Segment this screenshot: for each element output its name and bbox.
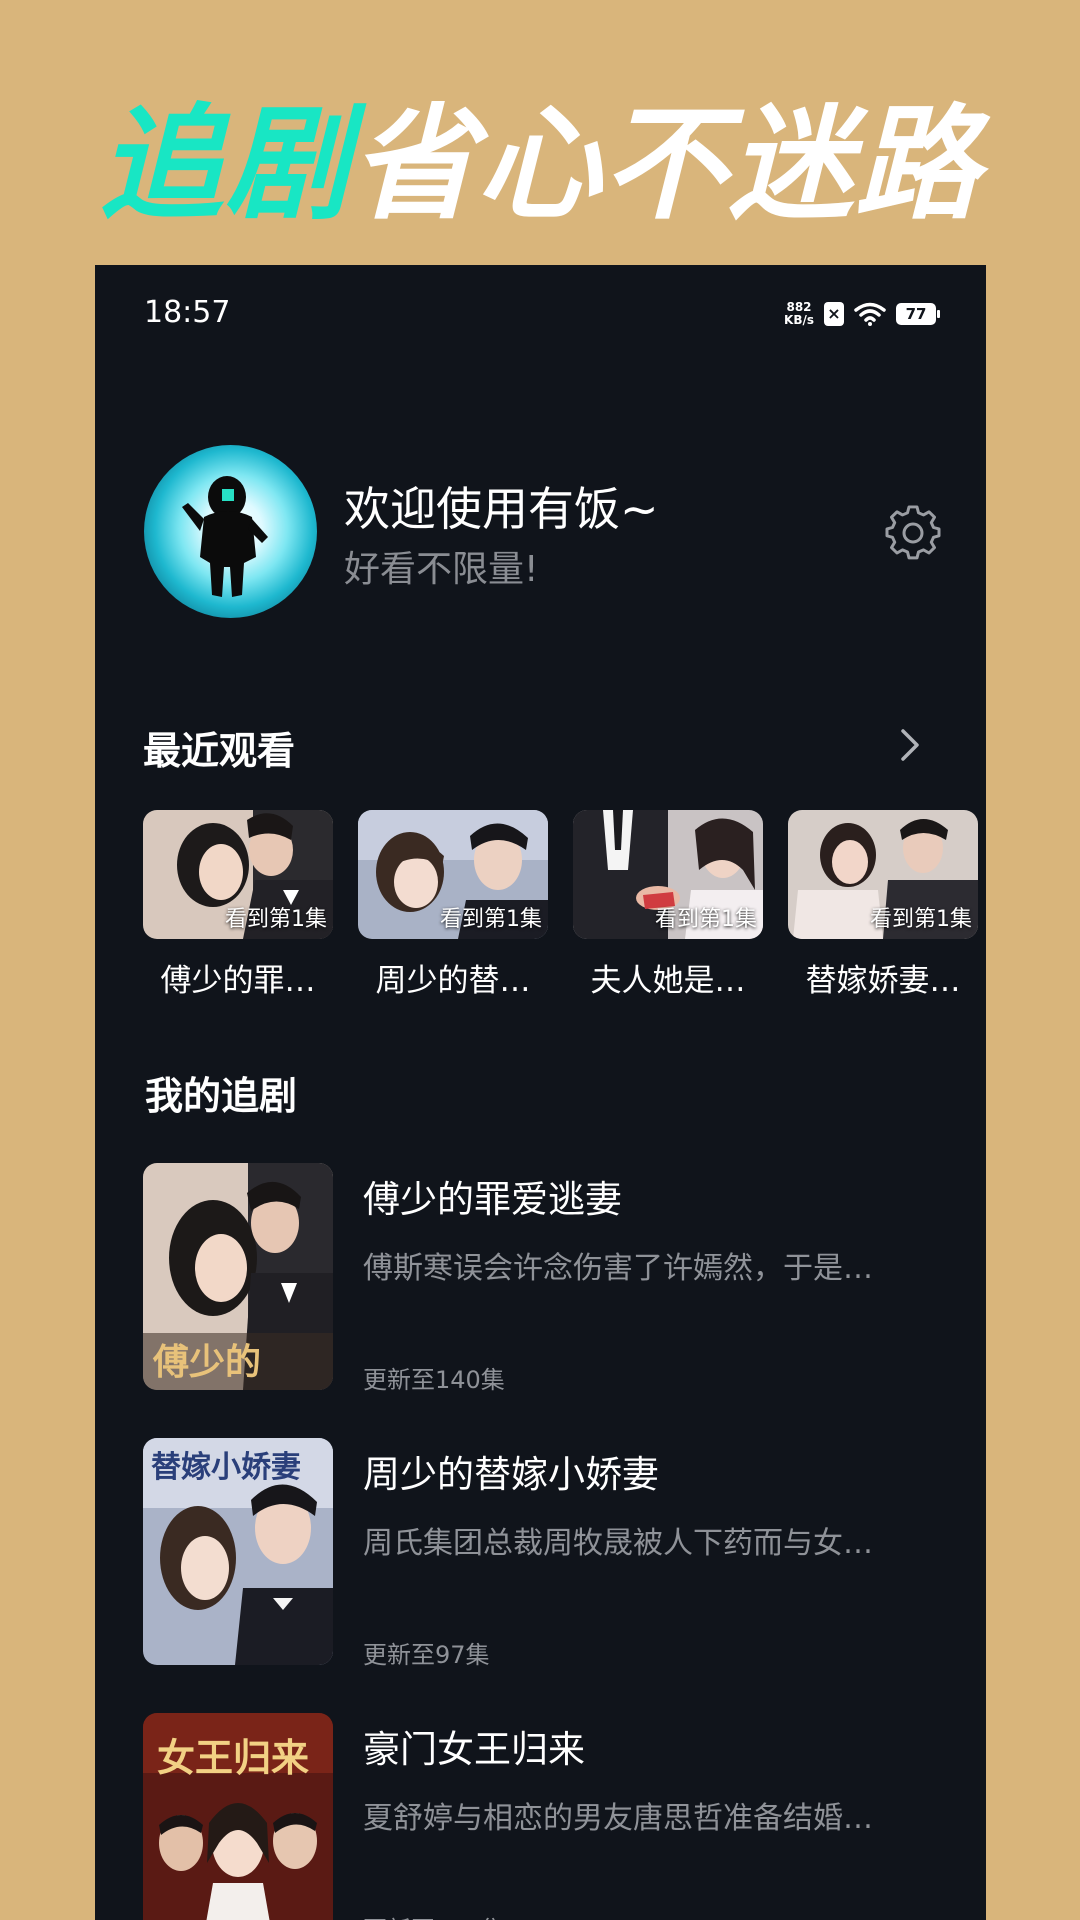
recent-thumbnail[interactable]: 看到第1集 — [788, 810, 978, 939]
following-title[interactable]: 傅少的罪爱逃妻 — [363, 1169, 622, 1223]
poster-title-art: 女王归来 — [157, 1735, 310, 1780]
recent-title[interactable]: 夫人她是… — [573, 955, 763, 1000]
profile-header[interactable]: 欢迎使用有饭~ 好看不限量! — [144, 445, 944, 620]
watch-progress: 看到第1集 — [655, 907, 757, 932]
recent-title[interactable]: 替嫁娇妻… — [788, 955, 978, 1000]
welcome-subtitle: 好看不限量! — [344, 549, 539, 590]
no-sim-icon: × — [824, 302, 844, 326]
recent-item[interactable]: 看到第1集 傅少的罪… — [143, 810, 333, 1000]
recent-title[interactable]: 周少的替… — [358, 955, 548, 1000]
following-title[interactable]: 周少的替嫁小娇妻 — [363, 1444, 659, 1498]
recent-item[interactable]: 看到第1集 周少的替… — [358, 810, 548, 1000]
avatar[interactable] — [144, 445, 317, 618]
network-speed: 882 KB/s — [784, 301, 814, 327]
following-description: 夏舒婷与相恋的男友唐思哲准备结婚… — [363, 1801, 873, 1836]
following-update-status: 更新至97集 — [363, 1641, 490, 1669]
recent-thumbnail[interactable]: 看到第1集 — [573, 810, 763, 939]
recent-title[interactable]: 傅少的罪… — [143, 955, 333, 1000]
following-section-title: 我的追剧 — [145, 1074, 298, 1118]
following-item[interactable]: 替嫁小娇妻 周少的替嫁小娇妻 周氏集团总裁周牧晟被人下药而与女… 更新至97集 — [143, 1438, 943, 1669]
recent-item[interactable]: 看到第1集 替嫁娇妻… — [788, 810, 978, 1000]
poster-title-art: 替嫁小娇妻 — [151, 1450, 301, 1485]
wifi-icon — [854, 302, 886, 326]
following-thumbnail[interactable]: 傅少的 — [143, 1163, 333, 1390]
watch-progress: 看到第1集 — [870, 907, 972, 932]
settings-gear-icon[interactable] — [885, 505, 941, 561]
poster-title-art: 傅少的 — [153, 1341, 262, 1383]
following-thumbnail[interactable]: 替嫁小娇妻 — [143, 1438, 333, 1665]
recent-thumbnail[interactable]: 看到第1集 — [358, 810, 548, 939]
recent-item[interactable]: 看到第1集 夫人她是… — [573, 810, 763, 1000]
watch-progress: 看到第1集 — [225, 907, 327, 932]
promo-banner: 追剧省心不迷路 — [0, 95, 1080, 235]
following-title[interactable]: 豪门女王归来 — [363, 1719, 585, 1773]
chevron-right-icon[interactable] — [895, 725, 923, 765]
following-thumbnail[interactable]: 女王归来 — [143, 1713, 333, 1920]
recent-list: 看到第1集 傅少的罪… 看到第1集 周少的替… 看到第1集 夫人她是… 看到第1… — [143, 810, 986, 1010]
recent-thumbnail[interactable]: 看到第1集 — [143, 810, 333, 939]
following-update-status: 更新至100集 — [363, 1910, 505, 1920]
following-item[interactable]: 傅少的 傅少的罪爱逃妻 傅斯寒误会许念伤害了许嫣然，于是… 更新至140集 — [143, 1163, 943, 1394]
network-speed-unit: KB/s — [784, 313, 814, 327]
watch-progress: 看到第1集 — [440, 907, 542, 932]
status-bar: 18:57 882 KB/s × 77 — [95, 265, 986, 365]
banner-highlight: 追剧 — [98, 93, 351, 237]
astronaut-icon — [182, 476, 268, 597]
following-update-status: 更新至140集 — [363, 1366, 505, 1394]
status-time: 18:57 — [144, 295, 231, 330]
banner-text: 省心不迷路 — [351, 93, 982, 237]
welcome-title: 欢迎使用有饭~ — [344, 482, 659, 536]
following-description: 傅斯寒误会许念伤害了许嫣然，于是… — [363, 1251, 873, 1286]
following-description: 周氏集团总裁周牧晟被人下药而与女… — [363, 1526, 873, 1561]
phone-screen: 18:57 882 KB/s × 77 欢迎使用有饭~ 好看不限量! 最近观看 … — [95, 265, 986, 1920]
battery-icon: 77 — [896, 303, 940, 325]
recent-section-title: 最近观看 — [143, 729, 296, 773]
status-icons: 882 KB/s × 77 — [784, 301, 940, 327]
following-item[interactable]: 女王归来 豪门女王归来 夏舒婷与相恋的男友唐思哲准备结婚… 更新至100集 — [143, 1713, 943, 1920]
